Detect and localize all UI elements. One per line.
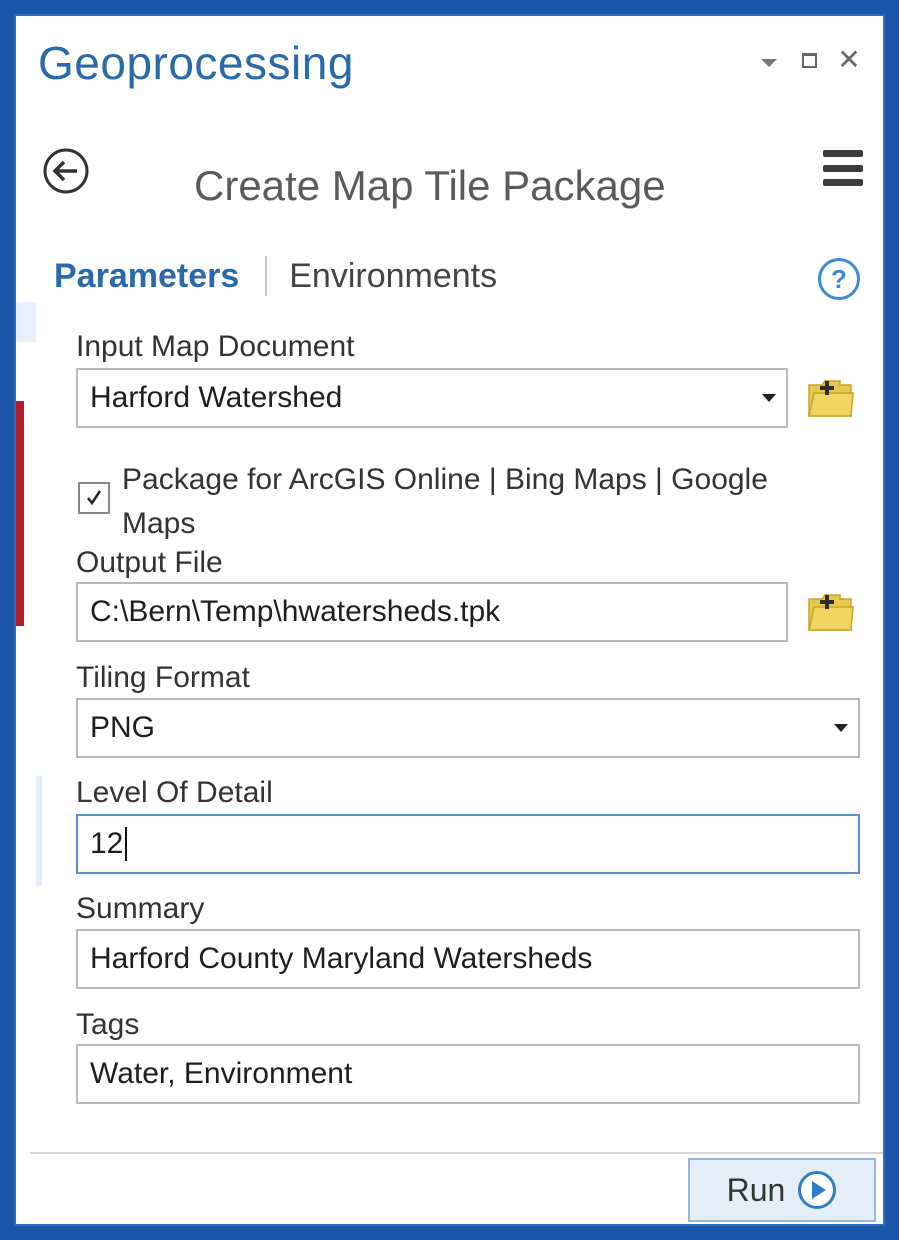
tags-label: Tags: [76, 1008, 140, 1041]
browse-output-file-button[interactable]: [806, 590, 854, 634]
pin-button[interactable]: [757, 48, 781, 72]
output-file-label: Output File: [76, 546, 223, 579]
run-button[interactable]: Run: [688, 1158, 876, 1222]
tab-parameters[interactable]: Parameters: [54, 257, 239, 296]
tags-input[interactable]: Water, Environment: [76, 1044, 860, 1104]
maximize-button[interactable]: [797, 48, 821, 72]
output-file-value: C:\Bern\Temp\hwatersheds.tpk: [90, 595, 501, 628]
summary-value: Harford County Maryland Watersheds: [90, 942, 593, 975]
output-file-input[interactable]: C:\Bern\Temp\hwatersheds.tpk: [76, 582, 788, 642]
chevron-down-icon: [762, 394, 776, 402]
menu-button[interactable]: [823, 150, 863, 186]
input-map-dropdown[interactable]: Harford Watershed: [76, 368, 788, 428]
tab-environments[interactable]: Environments: [289, 257, 497, 296]
back-arrow-icon: [43, 148, 89, 194]
tab-bar: Parameters Environments: [54, 256, 497, 296]
background-stripe: [16, 302, 36, 342]
window-controls: ✕: [757, 44, 861, 75]
package-option-checkbox[interactable]: [78, 482, 110, 514]
summary-label: Summary: [76, 892, 205, 925]
summary-input[interactable]: Harford County Maryland Watersheds: [76, 929, 860, 989]
tags-value: Water, Environment: [90, 1057, 353, 1090]
text-cursor: [125, 827, 128, 861]
menu-icon: [823, 150, 863, 157]
level-of-detail-value: 12: [90, 827, 124, 860]
play-icon: [798, 1171, 837, 1209]
tiling-format-dropdown[interactable]: PNG: [76, 698, 860, 758]
run-label: Run: [726, 1171, 786, 1208]
footer-divider: [30, 1152, 883, 1154]
help-button[interactable]: ?: [817, 257, 861, 301]
browse-input-map-button[interactable]: [806, 376, 854, 420]
level-of-detail-label: Level Of Detail: [76, 776, 273, 809]
tab-divider: [265, 256, 268, 296]
input-map-label: Input Map Document: [76, 330, 355, 363]
svg-text:?: ?: [831, 264, 847, 294]
close-icon: ✕: [837, 44, 861, 75]
geoprocessing-pane: Geoprocessing ✕ Create Map Tile Package …: [14, 14, 885, 1226]
pane-title: Geoprocessing: [38, 37, 354, 89]
tool-title: Create Map Tile Package: [194, 162, 666, 209]
checkmark-icon: [87, 490, 102, 506]
menu-icon: [823, 164, 863, 172]
package-option-label: Package for ArcGIS Online | Bing Maps | …: [122, 463, 768, 540]
pin-icon: [761, 59, 777, 67]
tiling-format-value: PNG: [90, 711, 156, 744]
input-map-value: Harford Watershed: [90, 381, 343, 414]
add-folder-icon: [808, 594, 854, 631]
menu-icon: [823, 179, 863, 186]
back-button[interactable]: [42, 147, 90, 195]
level-of-detail-input[interactable]: 12: [76, 814, 860, 874]
add-folder-icon: [808, 380, 854, 417]
maximize-icon: [801, 52, 817, 68]
background-stripe: [36, 776, 42, 886]
chevron-down-icon: [834, 724, 848, 732]
background-stripe: [16, 401, 24, 626]
tiling-format-label: Tiling Format: [76, 661, 250, 694]
help-icon: ?: [818, 258, 860, 300]
close-button[interactable]: ✕: [837, 44, 861, 75]
